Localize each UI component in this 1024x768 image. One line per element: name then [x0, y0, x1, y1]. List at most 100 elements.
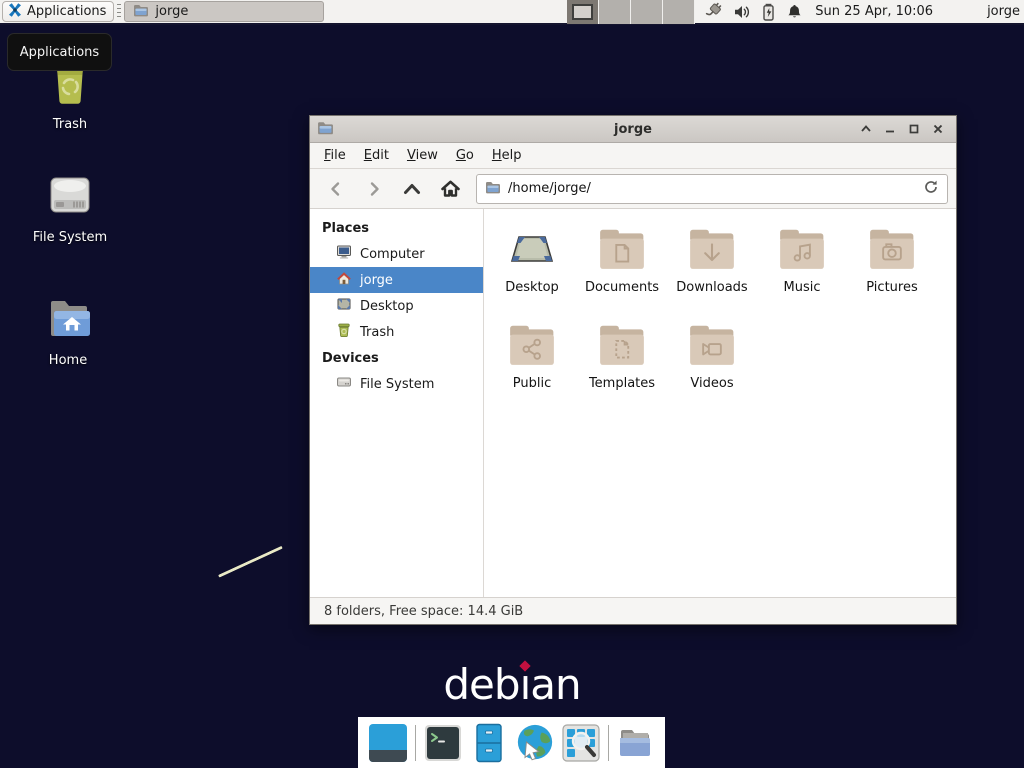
file-manager-icon[interactable]: [469, 723, 509, 763]
menu-edit[interactable]: Edit: [355, 144, 398, 167]
wordmark-part3: an: [530, 660, 580, 709]
notification-bell-icon[interactable]: [786, 3, 803, 21]
toolbar: /home/jorge/: [310, 169, 956, 209]
dock-separator: [608, 725, 609, 761]
sidebar-item-label: Desktop: [360, 299, 414, 314]
network-icon[interactable]: [705, 2, 724, 21]
folder-label: Downloads: [676, 280, 747, 295]
battery-icon[interactable]: [760, 3, 777, 21]
menu-view[interactable]: View: [398, 144, 447, 167]
folder-label: Documents: [585, 280, 659, 295]
web-browser-icon[interactable]: [515, 723, 555, 763]
shade-button[interactable]: [858, 121, 874, 137]
applications-menu-button[interactable]: Applications: [2, 1, 114, 22]
workspace-window-thumbnail: [572, 4, 593, 20]
folder-pictures[interactable]: Pictures: [847, 221, 937, 317]
folder-music[interactable]: Music: [757, 221, 847, 317]
folder-label: Pictures: [866, 280, 917, 295]
top-panel: Applications jorge: [0, 0, 1024, 25]
app-finder-icon[interactable]: [561, 723, 601, 763]
menubar: File Edit View Go Help: [310, 143, 956, 169]
sidebar-item-trash[interactable]: Trash: [310, 319, 483, 345]
folder-documents[interactable]: Documents: [577, 221, 667, 317]
stray-line-artifact: [218, 546, 283, 578]
folder-label: Desktop: [505, 280, 559, 295]
location-bar[interactable]: /home/jorge/: [476, 174, 948, 204]
reload-icon[interactable]: [923, 179, 939, 199]
music-folder-icon: [777, 225, 827, 271]
applications-tooltip: Applications: [7, 33, 112, 71]
folder-templates[interactable]: Templates: [577, 317, 667, 413]
panel-handle[interactable]: [116, 4, 122, 20]
sidebar-item-label: Computer: [360, 247, 425, 262]
folder-downloads[interactable]: Downloads: [667, 221, 757, 317]
sidebar-item-file-system[interactable]: File System: [310, 371, 483, 397]
sidebar: Places Computer jorge Desktop: [310, 209, 484, 597]
desktop-icon-label: File System: [33, 230, 107, 245]
folder-public[interactable]: Public: [487, 317, 577, 413]
window-titlebar[interactable]: jorge: [310, 116, 956, 143]
sidebar-item-label: jorge: [360, 273, 393, 288]
downloads-folder-icon: [687, 225, 737, 271]
workspace-2[interactable]: [599, 0, 631, 24]
home-icon: [336, 270, 352, 290]
forward-button[interactable]: [356, 174, 392, 204]
folder-label: Videos: [690, 376, 733, 391]
sidebar-item-label: Trash: [360, 325, 394, 340]
sidebar-item-desktop[interactable]: Desktop: [310, 293, 483, 319]
templates-folder-icon: [597, 321, 647, 367]
system-tray: [705, 2, 803, 21]
file-list: Desktop Documents Downloads Music: [484, 209, 956, 597]
folder-launcher-icon[interactable]: [615, 723, 655, 763]
sidebar-item-label: File System: [360, 377, 434, 392]
up-button[interactable]: [394, 174, 430, 204]
pictures-folder-icon: [867, 225, 917, 271]
panel-clock[interactable]: Sun 25 Apr, 10:06: [815, 4, 933, 19]
videos-folder-icon: [687, 321, 737, 367]
drive-icon: [336, 374, 352, 394]
desktop-icon: [336, 296, 352, 316]
folder-videos[interactable]: Videos: [667, 317, 757, 413]
folder-desktop[interactable]: Desktop: [487, 221, 577, 317]
workspace-3[interactable]: [631, 0, 663, 24]
trash-icon: [336, 322, 352, 342]
debian-wordmark: debıan: [0, 660, 1024, 709]
applications-menu-label: Applications: [27, 4, 106, 19]
taskbar-window-button[interactable]: jorge: [124, 1, 324, 22]
workspace-1[interactable]: [567, 0, 599, 24]
desktop-icon-file-system[interactable]: File System: [22, 172, 118, 245]
folder-icon: [485, 179, 501, 199]
back-button[interactable]: [318, 174, 354, 204]
folder-icon: [133, 2, 149, 22]
workspace-switcher: [567, 0, 695, 24]
sidebar-item-jorge[interactable]: jorge: [310, 267, 483, 293]
terminal-icon[interactable]: [423, 723, 463, 763]
bottom-dock: [358, 717, 665, 768]
folder-label: Templates: [589, 376, 655, 391]
minimize-button[interactable]: [882, 121, 898, 137]
hard-drive-icon: [45, 172, 95, 224]
maximize-button[interactable]: [906, 121, 922, 137]
tooltip-text: Applications: [20, 45, 99, 60]
statusbar: 8 folders, Free space: 14.4 GiB: [310, 597, 956, 624]
documents-folder-icon: [597, 225, 647, 271]
desktop-icon-label: Trash: [53, 117, 87, 132]
location-path[interactable]: /home/jorge/: [508, 181, 916, 196]
desktop-icon-label: Home: [49, 353, 87, 368]
status-text: 8 folders, Free space: 14.4 GiB: [324, 604, 523, 619]
home-button[interactable]: [432, 174, 468, 204]
folder-label: Music: [784, 280, 821, 295]
menu-go[interactable]: Go: [447, 144, 483, 167]
close-button[interactable]: [930, 121, 946, 137]
desktop-icon-home[interactable]: Home: [20, 295, 116, 368]
workspace-4[interactable]: [663, 0, 695, 24]
show-desktop-icon[interactable]: [368, 723, 408, 763]
file-manager-window: jorge File Edit View Go Help: [309, 115, 957, 625]
menu-file[interactable]: File: [315, 144, 355, 167]
panel-username: jorge: [987, 4, 1020, 19]
menu-help[interactable]: Help: [483, 144, 531, 167]
volume-icon[interactable]: [733, 3, 751, 21]
dock-separator: [415, 725, 416, 761]
public-folder-icon: [507, 321, 557, 367]
sidebar-item-computer[interactable]: Computer: [310, 241, 483, 267]
